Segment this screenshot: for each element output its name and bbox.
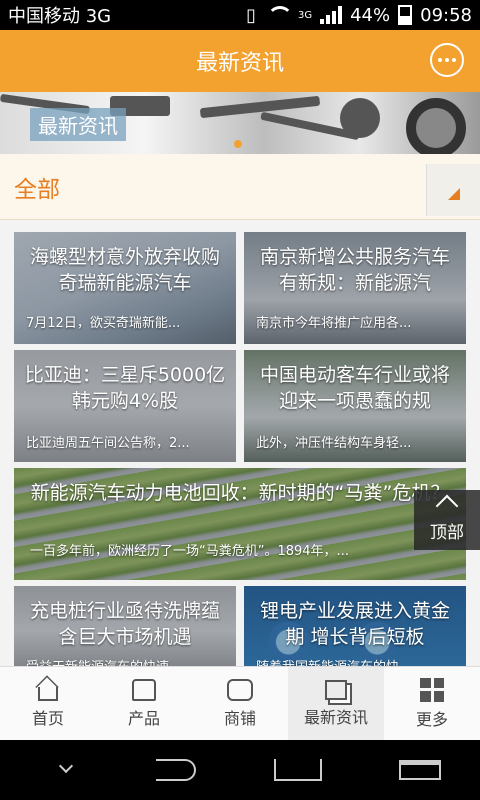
nav-shops[interactable]: 商铺 [192, 667, 288, 740]
news-card-wide[interactable]: 新能源汽车动力电池回收：新时期的“马粪”危机？ 一百多年前，欧洲经历了一场“马粪… [14, 468, 466, 580]
news-summary: 随着我国新能源汽车的快... [256, 656, 458, 666]
grid-more-icon [420, 677, 444, 702]
chat-bubble-icon[interactable] [430, 43, 464, 77]
signal-icon [320, 6, 343, 24]
back-icon[interactable] [156, 759, 197, 781]
triangle-dropdown-icon[interactable] [426, 164, 480, 216]
news-summary: 7月12日，欲买奇瑞新能... [26, 316, 181, 331]
chevron-down-icon[interactable] [39, 755, 79, 785]
back-to-top-button[interactable]: 顶部 [414, 490, 480, 550]
news-title: 比亚迪：三星斥5000亿韩元购4%股 [24, 364, 226, 412]
back-to-top-label: 顶部 [430, 523, 464, 543]
category-bar: 全部 [0, 154, 480, 220]
clock: 09:58 [420, 4, 472, 26]
page-title: 最新资讯 [195, 51, 284, 76]
nav-news[interactable]: 最新资讯 [288, 667, 384, 740]
shirt-icon [132, 678, 156, 701]
news-title: 充电桩行业亟待洗牌蕴含巨大市场机遇 [29, 600, 220, 648]
home-button-icon[interactable] [273, 759, 322, 781]
news-title: 中国电动客车行业或将迎来一项愚蠢的规 [259, 364, 450, 412]
banner-carousel[interactable]: 最新资讯 [0, 92, 480, 154]
nav-products[interactable]: 产品 [96, 667, 192, 740]
banner-title: 最新资讯 [30, 108, 126, 141]
chevron-up-icon [435, 494, 459, 518]
news-summary: 一百多年前，欧洲经历了一场“马粪危机”。1894年，... [30, 544, 349, 559]
nav-label: 商铺 [223, 708, 256, 728]
battery-percent: 44% [350, 4, 391, 26]
status-bar: 中国移动 3G ▯ 3G 44% 09:58 [0, 0, 480, 30]
news-card[interactable]: 充电桩行业亟待洗牌蕴含巨大市场机遇 受益于新能源汽车的快速... [14, 586, 236, 666]
nav-label: 产品 [127, 708, 160, 728]
news-card[interactable]: 海螺型材意外放弃收购奇瑞新能源汽车 7月12日，欲买奇瑞新能... [14, 232, 236, 344]
nav-label: 更多 [415, 709, 448, 729]
app-header: 最新资讯 [0, 30, 480, 92]
news-title: 海螺型材意外放弃收购奇瑞新能源汽车 [29, 246, 220, 294]
news-card[interactable]: 锂电产业发展进入黄金期 增长背后短板 随着我国新能源汽车的快... [244, 586, 466, 666]
status-icons: ▯ 3G 44% 09:58 [246, 5, 472, 26]
news-icon [325, 679, 347, 700]
news-grid: 海螺型材意外放弃收购奇瑞新能源汽车 7月12日，欲买奇瑞新能... 南京新增公共… [0, 220, 480, 666]
carousel-dot [234, 140, 242, 148]
network-type-badge: 3G [297, 9, 313, 21]
category-label[interactable]: 全部 [14, 170, 60, 204]
vibrate-icon: ▯ [246, 4, 256, 26]
banner-image-part [199, 95, 321, 119]
system-navigation-bar [0, 740, 480, 800]
nav-label: 最新资讯 [303, 707, 368, 727]
news-summary: 受益于新能源汽车的快速... [26, 656, 228, 666]
carrier-label: 中国移动 3G [8, 6, 112, 27]
news-card[interactable]: 南京新增公共服务汽车有新规：新能源汽 南京市今年将推广应用各... [244, 232, 466, 344]
wifi-icon [264, 6, 293, 24]
banner-wheel-image [406, 98, 466, 154]
banner-image-part [340, 98, 380, 138]
news-summary: 此外，冲压件结构车身轻... [256, 436, 412, 451]
home-icon [38, 686, 58, 701]
nav-home[interactable]: 首页 [0, 667, 96, 740]
news-card[interactable]: 中国电动客车行业或将迎来一项愚蠢的规 此外，冲压件结构车身轻... [244, 350, 466, 462]
news-title: 南京新增公共服务汽车有新规：新能源汽 [259, 246, 450, 294]
news-title: 新能源汽车动力电池回收：新时期的“马粪”危机？ [30, 482, 450, 504]
recent-apps-icon[interactable] [399, 760, 442, 780]
news-summary: 南京市今年将推广应用各... [256, 316, 412, 331]
nav-more[interactable]: 更多 [384, 667, 480, 740]
bottom-navigation: 首页 产品 商铺 最新资讯 更多 [0, 666, 480, 740]
shop-icon [227, 678, 253, 701]
carousel-indicator [234, 140, 242, 148]
news-summary: 比亚迪周五午间公告称，2... [26, 436, 190, 451]
nav-label: 首页 [31, 708, 64, 728]
battery-icon [398, 5, 413, 25]
news-title: 锂电产业发展进入黄金期 增长背后短板 [259, 600, 450, 648]
news-card[interactable]: 比亚迪：三星斥5000亿韩元购4%股 比亚迪周五午间公告称，2... [14, 350, 236, 462]
